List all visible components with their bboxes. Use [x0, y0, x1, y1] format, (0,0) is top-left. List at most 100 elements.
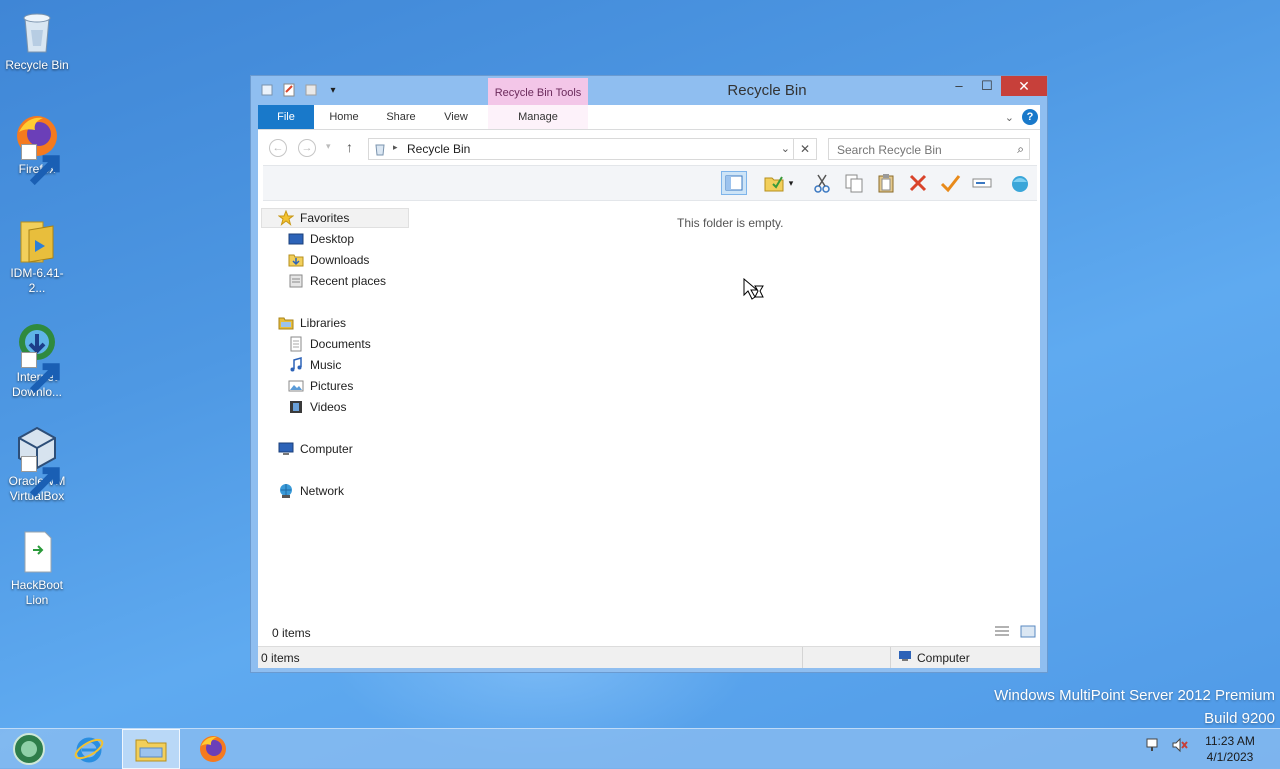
desktop-icon	[288, 231, 304, 247]
help-icon[interactable]: ?	[1022, 109, 1038, 125]
maximize-button[interactable]: ☐	[973, 76, 1001, 96]
cut-icon[interactable]	[809, 171, 835, 195]
minimize-button[interactable]: –	[945, 76, 973, 96]
internet-explorer-icon[interactable]	[60, 729, 118, 769]
folder-icon	[13, 216, 61, 264]
firefox-icon[interactable]	[184, 729, 242, 769]
forward-button[interactable]: →	[298, 139, 316, 157]
nav-music[interactable]: Music	[288, 355, 341, 375]
star-icon	[278, 210, 294, 226]
network-tray-icon[interactable]	[1145, 737, 1163, 756]
restore-check-icon[interactable]	[937, 171, 963, 195]
window-title: Recycle Bin	[727, 82, 807, 99]
taskbar: 11:23 AM 4/1/2023	[0, 728, 1280, 769]
nav-libraries[interactable]: Libraries	[278, 313, 346, 333]
shortcut-arrow-icon	[21, 352, 60, 394]
document-icon	[13, 528, 61, 576]
nav-desktop[interactable]: Desktop	[288, 229, 354, 249]
tab-share[interactable]: Share	[380, 105, 422, 129]
busy-cursor-icon	[743, 277, 767, 305]
desktop-icon-label: IDM-6.41-2...	[10, 266, 64, 295]
up-button[interactable]: ↑	[346, 139, 353, 155]
select-dropdown-chevron-icon[interactable]: ▾	[785, 171, 797, 195]
taskbar-clock[interactable]: 11:23 AM 4/1/2023	[1190, 733, 1270, 765]
rename-icon[interactable]	[969, 171, 995, 195]
shortcut-arrow-icon	[21, 456, 60, 498]
details-view-icon[interactable]	[994, 625, 1010, 642]
navigation-pane-toggle-icon[interactable]	[721, 171, 747, 195]
recycle-bin-icon	[13, 8, 61, 56]
tab-home[interactable]: Home	[322, 105, 366, 129]
explorer-window: ▾ Recycle Bin Tools Recycle Bin – ☐ ✕ Fi…	[250, 75, 1048, 673]
search-icon[interactable]: ⌕	[1017, 142, 1024, 157]
large-icons-view-icon[interactable]	[1020, 625, 1036, 642]
tab-manage[interactable]: Manage	[508, 105, 568, 129]
nav-downloads[interactable]: Downloads	[288, 250, 369, 270]
desktop-icon-idm-folder[interactable]: IDM-6.41-2...	[2, 216, 72, 296]
nav-videos[interactable]: Videos	[288, 397, 346, 417]
delete-icon[interactable]	[905, 171, 931, 195]
shortcut-arrow-icon	[21, 144, 60, 186]
refresh-clear-icon[interactable]: ✕	[793, 139, 816, 159]
downloads-folder-icon	[288, 252, 304, 268]
recent-locations-chevron-icon[interactable]: ▾	[326, 141, 331, 152]
nav-documents[interactable]: Documents	[288, 334, 371, 354]
internet-download-manager-icon	[13, 320, 61, 394]
desktop-icon-firefox[interactable]: Firefox	[2, 112, 72, 186]
nav-recent-places[interactable]: Recent places	[288, 271, 386, 291]
music-icon	[288, 357, 304, 373]
clock-date: 4/1/2023	[1206, 750, 1254, 764]
nav-network[interactable]: Network	[278, 481, 344, 501]
recycle-bin-small-icon	[373, 142, 387, 159]
documents-icon	[288, 336, 304, 352]
start-orb-icon[interactable]	[0, 729, 58, 769]
firefox-icon	[13, 112, 61, 186]
status-location: Computer	[917, 650, 970, 665]
computer-small-icon	[898, 650, 912, 665]
network-icon	[278, 483, 294, 499]
tab-file[interactable]: File	[258, 105, 314, 129]
volume-muted-icon[interactable]	[1171, 737, 1189, 756]
computer-icon	[278, 441, 294, 457]
empty-folder-message: This folder is empty.	[677, 216, 784, 230]
pictures-icon	[288, 378, 304, 394]
desktop-icon-virtualbox[interactable]: Oracle VM VirtualBox	[2, 424, 72, 504]
libraries-icon	[278, 315, 294, 331]
search-box[interactable]: ⌕	[828, 138, 1030, 160]
copy-icon[interactable]	[841, 171, 867, 195]
command-toolbar: ▾	[263, 165, 1037, 201]
desktop-icon-idm[interactable]: Internet Downlo...	[2, 320, 72, 400]
ribbon-tabs: File Home Share View Manage ⌄ ?	[258, 105, 1040, 130]
window-body: File Home Share View Manage ⌄ ? ← → ▾ ↑ …	[258, 105, 1040, 668]
empty-recycle-bin-icon[interactable]	[1007, 171, 1033, 195]
clock-time: 11:23 AM	[1205, 734, 1255, 748]
address-bar[interactable]: ▸ Recycle Bin ⌄ ✕	[368, 138, 817, 160]
close-button[interactable]: ✕	[1001, 76, 1047, 96]
status-item-count: 0 items	[261, 651, 300, 665]
virtualbox-icon	[13, 424, 61, 498]
nav-favorites[interactable]: Favorites	[261, 208, 409, 228]
title-bar[interactable]: ▾ Recycle Bin Tools Recycle Bin – ☐ ✕	[251, 76, 1047, 106]
tab-view[interactable]: View	[436, 105, 476, 129]
address-dropdown-chevron-icon[interactable]: ⌄	[781, 142, 790, 155]
desktop-icon-label: HackBoot Lion	[10, 578, 64, 607]
back-button[interactable]: ←	[269, 139, 287, 157]
os-watermark: Windows MultiPoint Server 2012 Premium B…	[994, 687, 1275, 727]
search-input[interactable]	[835, 142, 1009, 158]
item-count: 0 items	[272, 626, 311, 640]
desktop-icon-label: Recycle Bin	[5, 58, 69, 72]
nav-computer[interactable]: Computer	[278, 439, 353, 459]
recent-places-icon	[288, 273, 304, 289]
breadcrumb-separator-icon[interactable]: ▸	[393, 142, 398, 153]
videos-icon	[288, 399, 304, 415]
desktop-icon-hackboot[interactable]: HackBoot Lion	[2, 528, 72, 608]
expand-ribbon-chevron-icon[interactable]: ⌄	[1005, 111, 1014, 124]
desktop-icon-recycle-bin[interactable]: Recycle Bin	[2, 8, 72, 73]
navigation-bar: ← → ▾ ↑ ▸ Recycle Bin ⌄ ✕ ⌕	[258, 133, 1040, 163]
status-bar: 0 items Computer	[258, 646, 1040, 668]
nav-pictures[interactable]: Pictures	[288, 376, 353, 396]
breadcrumb-recycle-bin[interactable]: Recycle Bin	[407, 142, 470, 156]
file-explorer-icon[interactable]	[122, 729, 180, 769]
paste-icon[interactable]	[873, 171, 899, 195]
select-folder-icon[interactable]	[761, 171, 787, 195]
